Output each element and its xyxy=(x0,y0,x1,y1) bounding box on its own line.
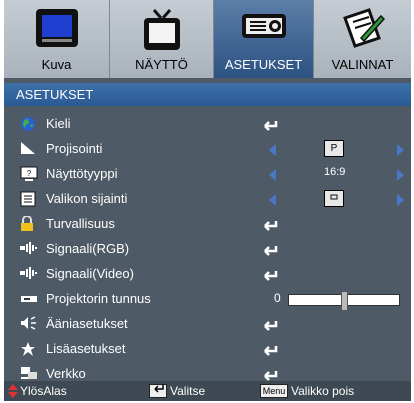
right-arrow-icon[interactable] xyxy=(396,193,404,211)
row-label: Projektorin tunnus xyxy=(46,291,151,306)
right-arrow-icon[interactable] xyxy=(396,168,404,186)
screen-type-value: 16:9 xyxy=(324,166,346,178)
projection-value: P xyxy=(324,140,344,157)
menu-row-projisointi[interactable]: Projisointi P xyxy=(4,137,411,161)
signal-icon xyxy=(20,241,38,257)
enter-icon[interactable] xyxy=(260,218,278,236)
row-label: Signaali(RGB) xyxy=(46,241,130,256)
enter-icon[interactable] xyxy=(260,268,278,286)
tab-label: Kuva xyxy=(41,57,72,72)
screen-type-icon: ? xyxy=(20,166,38,182)
menu-row-kieli[interactable]: Kieli xyxy=(4,112,411,136)
row-label: Lisäasetukset xyxy=(46,341,126,356)
star-icon xyxy=(20,341,38,357)
left-arrow-icon[interactable] xyxy=(269,168,277,186)
footer-exit: Valikko pois xyxy=(291,384,355,398)
projection-icon xyxy=(20,141,38,157)
menu-row-signaali-rgb[interactable]: Signaali(RGB) xyxy=(4,237,411,261)
row-label: Projisointi xyxy=(46,141,103,156)
document-pen-icon xyxy=(341,8,385,53)
left-arrow-icon[interactable] xyxy=(269,143,277,161)
display-icon xyxy=(35,8,79,53)
menu-location-icon xyxy=(20,191,38,207)
tab-label: ASETUKSET xyxy=(224,57,303,72)
tab-valinnat[interactable]: VALINNAT xyxy=(314,0,411,78)
tv-icon xyxy=(142,8,182,57)
tab-asetukset[interactable]: ASETUKSET xyxy=(214,0,314,78)
footer-updown: YlösAlas xyxy=(20,384,67,398)
menu-row-nayttotyyppi[interactable]: ? Näyttötyyppi 16:9 xyxy=(4,162,411,186)
tab-label: VALINNAT xyxy=(331,57,394,72)
projector-id-slider[interactable] xyxy=(288,291,400,311)
osd-menu: Kuva NÄYTTÖ ASETUKSET VALINNAT ASETUKSET xyxy=(4,0,411,401)
enter-icon[interactable] xyxy=(260,318,278,336)
enter-key-icon xyxy=(149,384,167,398)
section-title: ASETUKSET xyxy=(16,87,94,102)
menu-position-center-icon xyxy=(324,190,344,207)
tab-kuva[interactable]: Kuva xyxy=(4,0,110,78)
tab-label: NÄYTTÖ xyxy=(135,57,188,72)
menu-row-signaali-video[interactable]: Signaali(Video) xyxy=(4,262,411,286)
menu-key: Menu xyxy=(260,384,288,398)
row-label: Signaali(Video) xyxy=(46,266,134,281)
row-label: Turvallisuus xyxy=(46,216,115,231)
projector-id-icon xyxy=(20,291,38,307)
menu-row-projektorin-tunnus[interactable]: Projektorin tunnus 0 xyxy=(4,287,411,311)
signal-icon xyxy=(20,266,38,282)
menu-row-aaniasetukset[interactable]: Ääniasetukset xyxy=(4,312,411,336)
network-icon xyxy=(20,366,38,382)
slider-knob[interactable] xyxy=(341,291,348,311)
projector-icon xyxy=(240,8,288,49)
menu-row-valikon-sijainti[interactable]: Valikon sijainti xyxy=(4,187,411,211)
menu-row-turvallisuus[interactable]: Turvallisuus xyxy=(4,212,411,236)
menu-row-lisaasetukset[interactable]: Lisäasetukset xyxy=(4,337,411,361)
tab-naytto[interactable]: NÄYTTÖ xyxy=(110,0,214,78)
enter-icon[interactable] xyxy=(260,343,278,361)
row-label: Ääniasetukset xyxy=(46,316,128,331)
row-label: Kieli xyxy=(46,116,71,131)
row-label: Valikon sijainti xyxy=(46,191,128,206)
up-down-arrows-icon xyxy=(8,384,18,403)
tab-bar: Kuva NÄYTTÖ ASETUKSET VALINNAT xyxy=(4,0,411,78)
footer-help-bar: YlösAlas Valitse Menu Valikko pois xyxy=(4,381,411,401)
enter-icon[interactable] xyxy=(260,243,278,261)
enter-icon[interactable] xyxy=(260,118,278,136)
row-label: Näyttötyyppi xyxy=(46,166,118,181)
svg-text:?: ? xyxy=(27,169,32,178)
row-label: Verkko xyxy=(46,366,86,381)
footer-select: Valitse xyxy=(170,384,206,398)
globe-icon xyxy=(20,116,38,132)
lock-icon xyxy=(20,215,38,232)
speaker-icon xyxy=(20,316,38,332)
right-arrow-icon[interactable] xyxy=(396,143,404,161)
left-arrow-icon[interactable] xyxy=(269,193,277,211)
section-header: ASETUKSET xyxy=(4,83,411,106)
slider-value: 0 xyxy=(274,291,281,305)
